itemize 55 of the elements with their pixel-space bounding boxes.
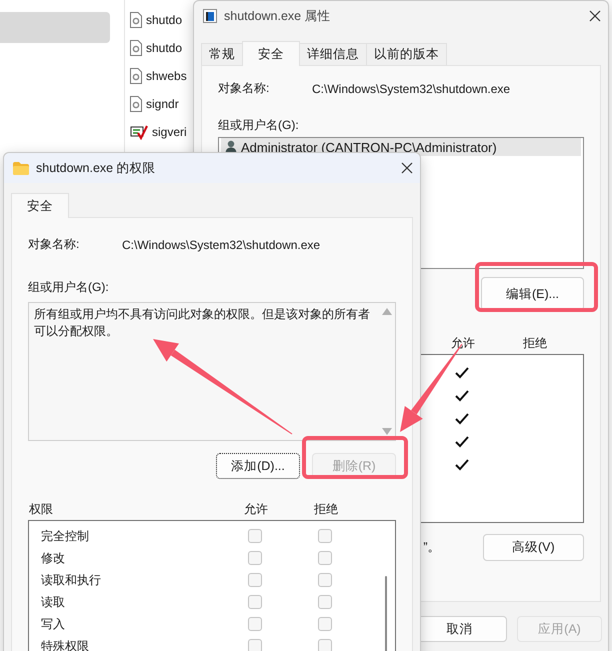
column-header: 允许 — [450, 335, 476, 349]
checkbox[interactable] — [318, 617, 332, 631]
column-header: 拒绝 — [522, 335, 548, 349]
field-label: 组或用户名(G): — [28, 279, 110, 296]
tab[interactable]: 以前的版本 — [366, 43, 447, 65]
tab[interactable]: 常规 — [201, 43, 243, 65]
permission-name: 读取和执行 — [41, 572, 102, 588]
close-icon[interactable] — [400, 161, 414, 175]
permission-name: 完全控制 — [41, 528, 90, 544]
file-name[interactable]: shwebs — [146, 69, 187, 83]
window-title: shutdown.exe 的权限 — [36, 160, 157, 176]
checkbox[interactable] — [248, 595, 262, 609]
window-icon — [203, 9, 217, 23]
file-name[interactable]: shutdo — [146, 13, 182, 27]
checkbox[interactable] — [248, 551, 262, 565]
add-button[interactable]: 添加(D)... — [216, 453, 300, 479]
object-path: C:\Windows\System32\shutdown.exe — [122, 238, 320, 252]
permission-name: 读取 — [41, 594, 66, 610]
column-header: 权限 — [28, 501, 54, 515]
checkbox[interactable] — [248, 639, 262, 651]
checkbox[interactable] — [318, 639, 332, 651]
checkbox[interactable] — [248, 573, 262, 587]
checkbox[interactable] — [318, 551, 332, 565]
checkmark-tool-icon — [130, 124, 148, 140]
folder-icon — [13, 162, 29, 174]
object-path: C:\Windows\System32\shutdown.exe — [312, 82, 510, 96]
empty-list-message: 所有组或用户均不具有访问此对象的权限。但是该对象的所有者可以分配权限。 — [33, 306, 371, 340]
file-name[interactable]: signdr — [146, 97, 179, 111]
checkbox[interactable] — [318, 529, 332, 543]
close-icon[interactable] — [588, 9, 602, 23]
window-title: shutdown.exe 属性 — [224, 8, 332, 24]
checkbox[interactable] — [318, 573, 332, 587]
permission-name: 修改 — [41, 550, 66, 566]
permission-name: 写入 — [41, 616, 66, 632]
checkbox[interactable] — [248, 529, 262, 543]
field-label: 对象名称: — [218, 80, 270, 97]
file-name[interactable]: shutdo — [146, 41, 182, 55]
file-name[interactable]: sigveri — [152, 125, 187, 139]
checkbox[interactable] — [248, 617, 262, 631]
column-header: 允许 — [243, 501, 269, 515]
tab[interactable]: 安全 — [11, 193, 69, 218]
column-header: 拒绝 — [313, 501, 339, 515]
checkbox[interactable] — [318, 595, 332, 609]
note-text: ”。 — [422, 539, 441, 556]
scrollbar-thumb[interactable] — [385, 576, 387, 651]
field-label: 组或用户名(G): — [218, 117, 300, 134]
field-label: 对象名称: — [28, 236, 80, 253]
scroll-down-icon[interactable] — [382, 428, 392, 435]
edit-button[interactable]: 编辑(E)... — [481, 277, 584, 311]
permission-name: 特殊权限 — [41, 638, 90, 651]
nav-item[interactable] — [0, 12, 110, 43]
advanced-button[interactable]: 高级(V) — [482, 534, 584, 561]
scroll-up-icon[interactable] — [382, 308, 392, 315]
user-name: Administrator (CANTRON-PC\Administrator) — [241, 140, 497, 154]
tab[interactable]: 安全 — [242, 41, 300, 66]
